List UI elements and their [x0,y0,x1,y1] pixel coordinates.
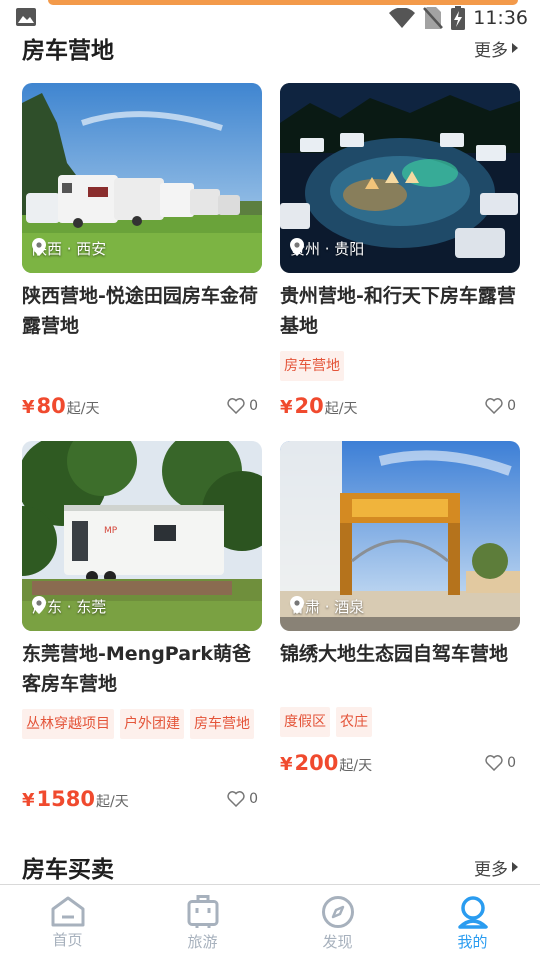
tag: 房车营地 [190,709,254,739]
tag: 房车营地 [280,351,344,381]
more-link[interactable]: 更多 [474,36,518,61]
price-value: 200 [294,751,339,775]
section-title: 房车买卖 [22,857,114,883]
status-time: 11:36 [473,7,528,29]
like-button[interactable]: 0 [485,398,520,414]
tag: 户外团建 [120,709,184,739]
camp-title: 陕西营地-悦途田园房车金荷露营地 [22,285,258,337]
tag: 丛林穿越项目 [22,709,114,739]
section-header-rv-trade: 房车买卖 更多 [22,850,518,884]
nav-label: 我的 [457,933,488,951]
like-count: 0 [507,755,516,771]
more-label: 更多 [474,40,508,61]
svg-text:MP: MP [104,526,118,536]
nav-label: 首页 [52,931,83,949]
like-count: 0 [249,791,258,807]
tag-list: 度假区 农庄 [280,707,520,737]
heart-icon [485,755,503,771]
camp-card[interactable]: 贵州 · 贵阳 贵州营地-和行天下房车露营基地 房车营地 ¥ 20 起/天 0 [280,83,520,423]
location-label: 陕西 · 西安 [32,238,106,259]
location-label: 甘肃 · 酒泉 [290,596,364,617]
currency-symbol: ¥ [22,790,35,811]
price: ¥ 1580 起/天 [22,787,129,811]
currency-symbol: ¥ [280,397,293,418]
caret-right-icon [512,43,518,53]
suitcase-icon [187,895,218,928]
tag-list: 房车营地 [280,351,520,381]
nav-item-discover[interactable]: 发现 [270,885,405,960]
price-row: ¥ 200 起/天 0 [280,751,520,775]
price-unit: 起/天 [66,401,100,417]
price-unit: 起/天 [95,794,129,810]
nav-label: 旅游 [187,933,218,951]
camp-title: 贵州营地-和行天下房车露营基地 [280,285,516,337]
heart-icon [227,791,245,807]
tag: 农庄 [336,707,372,737]
nav-item-home[interactable]: 首页 [0,885,135,960]
section-header-rv-camps: 房车营地 更多 [22,31,518,65]
camp-photo: 陕西 · 西安 [22,83,262,273]
price-value: 80 [36,394,66,418]
section-title: 房车营地 [22,38,114,64]
camp-photo: MP 广东 · 东莞 [22,441,262,631]
home-icon [51,896,84,927]
tag-list: 丛林穿越项目 户外团建 房车营地 [22,709,262,739]
gallery-notification-icon [16,8,36,26]
price-unit: 起/天 [324,401,358,417]
compass-icon [321,896,354,928]
caret-right-icon [512,862,518,872]
camp-photo: 甘肃 · 酒泉 [280,441,520,631]
wifi-icon [389,8,416,28]
like-button[interactable]: 0 [227,398,262,414]
camp-title: 东莞营地-MengPark萌爸客房车营地 [22,643,252,695]
location-pin-icon [290,238,304,256]
currency-symbol: ¥ [22,397,35,418]
location-pin-icon [290,596,304,614]
location-label: 广东 · 东莞 [32,596,106,617]
nav-item-mine[interactable]: 我的 [405,885,540,960]
currency-symbol: ¥ [280,754,293,775]
bottom-nav: 首页 旅游 发现 我的 [0,884,540,960]
camp-title: 锦绣大地生态园自驾车营地 [280,643,509,665]
tag: 度假区 [280,707,330,737]
price-row: ¥ 1580 起/天 0 [22,787,262,811]
price: ¥ 200 起/天 [280,751,372,775]
nav-item-travel[interactable]: 旅游 [135,885,270,960]
location-label: 贵州 · 贵阳 [290,238,364,259]
like-count: 0 [249,398,258,414]
camp-card[interactable]: MP 广东 · 东莞 东莞营地-MengPark萌爸客房车营地 丛林穿越项目 户… [22,441,262,821]
price-value: 1580 [36,787,95,811]
price: ¥ 80 起/天 [22,394,99,418]
more-link[interactable]: 更多 [474,855,518,880]
heart-icon [485,398,503,414]
price-row: ¥ 20 起/天 0 [280,394,520,418]
price-row: ¥ 80 起/天 0 [22,394,262,418]
camp-card[interactable]: 陕西 · 西安 陕西营地-悦途田园房车金荷露营地 ¥ 80 起/天 0 [22,83,262,423]
location-pin-icon [32,596,46,614]
camp-card[interactable]: 甘肃 · 酒泉 锦绣大地生态园自驾车营地 度假区 农庄 ¥ 200 起/天 0 [280,441,520,781]
price-unit: 起/天 [339,758,373,774]
location-pin-icon [32,238,46,256]
nav-label: 发现 [322,933,353,951]
like-button[interactable]: 0 [227,791,262,807]
price: ¥ 20 起/天 [280,394,357,418]
price-value: 20 [294,394,324,418]
like-count: 0 [507,398,516,414]
status-icons: 11:36 [389,6,528,30]
more-label: 更多 [474,859,508,880]
profile-icon [457,896,488,929]
like-button[interactable]: 0 [485,755,520,771]
camp-photo: 贵州 · 贵阳 [280,83,520,273]
battery-charging-icon [451,6,466,30]
no-sim-icon [423,7,444,29]
heart-icon [227,398,245,414]
